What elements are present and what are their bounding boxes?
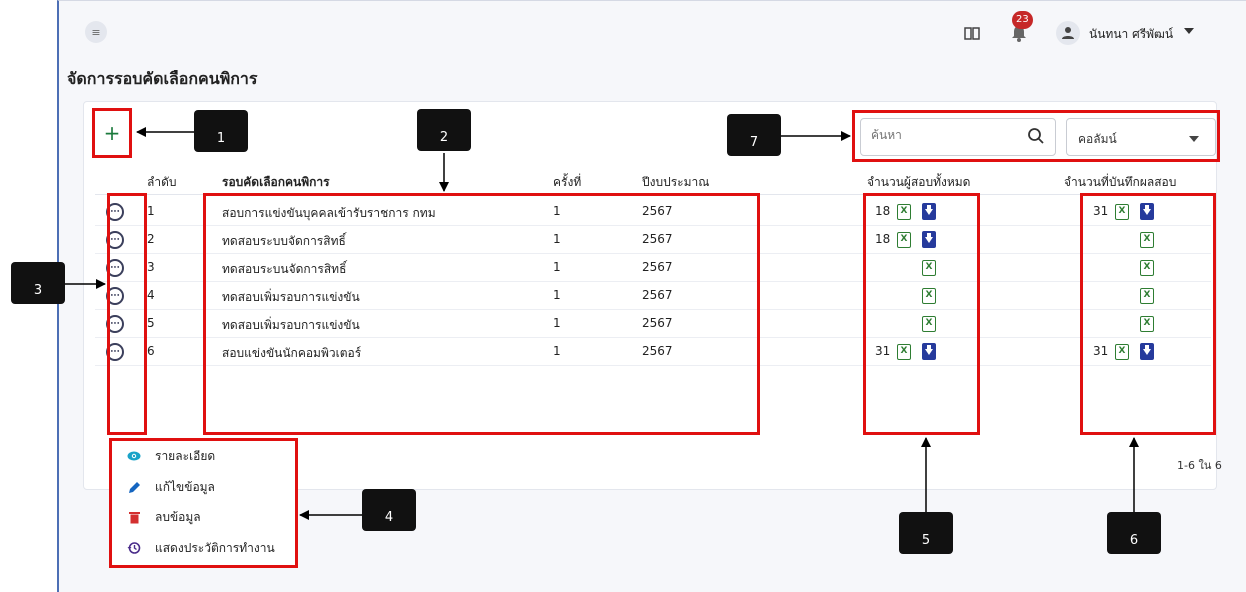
user-icon: [1062, 27, 1074, 39]
column-header-recorded: จำนวนที่บันทึกผลสอบ: [1064, 175, 1177, 189]
cell-no: 1: [147, 204, 155, 218]
callout-2: 2: [417, 109, 471, 151]
cell-no: 6: [147, 344, 155, 358]
avatar[interactable]: [1056, 21, 1080, 45]
cell-no: 4: [147, 288, 155, 302]
highlight-box-total: [863, 193, 980, 435]
top-bar: ≡ 23 นันทนา ศรีพัฒน์: [59, 1, 1246, 61]
page-title: จัดการรอบคัดเลือกคนพิการ: [67, 69, 258, 88]
cell-no: 5: [147, 316, 155, 330]
column-header-round: ครั้งที่: [553, 175, 582, 189]
callout-1: 1: [194, 110, 248, 152]
user-name[interactable]: นันทนา ศรีพัฒน์: [1089, 25, 1173, 44]
column-header-total: จำนวนผู้สอบทั้งหมด: [867, 175, 971, 189]
callout-5: 5: [899, 512, 953, 554]
column-header-no: ลำดับ: [147, 175, 177, 189]
callout-7: 7: [727, 114, 781, 156]
highlight-box-recorded: [1080, 193, 1216, 435]
column-header-round-name: รอบคัดเลือกคนพิการ: [222, 175, 330, 189]
highlight-box-round-name: [203, 193, 760, 435]
cell-no: 3: [147, 260, 155, 274]
pagination-info: 1-6 ใน 6: [1177, 459, 1222, 472]
column-header-year: ปีงบประมาณ: [642, 175, 710, 189]
chevron-down-icon[interactable]: [1184, 28, 1194, 34]
sidebar-toggle-icon[interactable]: ≡: [85, 21, 107, 43]
callout-3: 3: [11, 262, 65, 304]
notification-badge: 23: [1012, 11, 1033, 29]
callout-6: 6: [1107, 512, 1161, 554]
highlight-box-menu: [109, 438, 298, 568]
highlight-box-search: [852, 110, 1220, 162]
callout-4: 4: [362, 489, 416, 531]
book-icon[interactable]: [964, 27, 980, 40]
highlight-box-add: [92, 108, 132, 158]
highlight-box-actions: [107, 193, 147, 435]
cell-no: 2: [147, 232, 155, 246]
